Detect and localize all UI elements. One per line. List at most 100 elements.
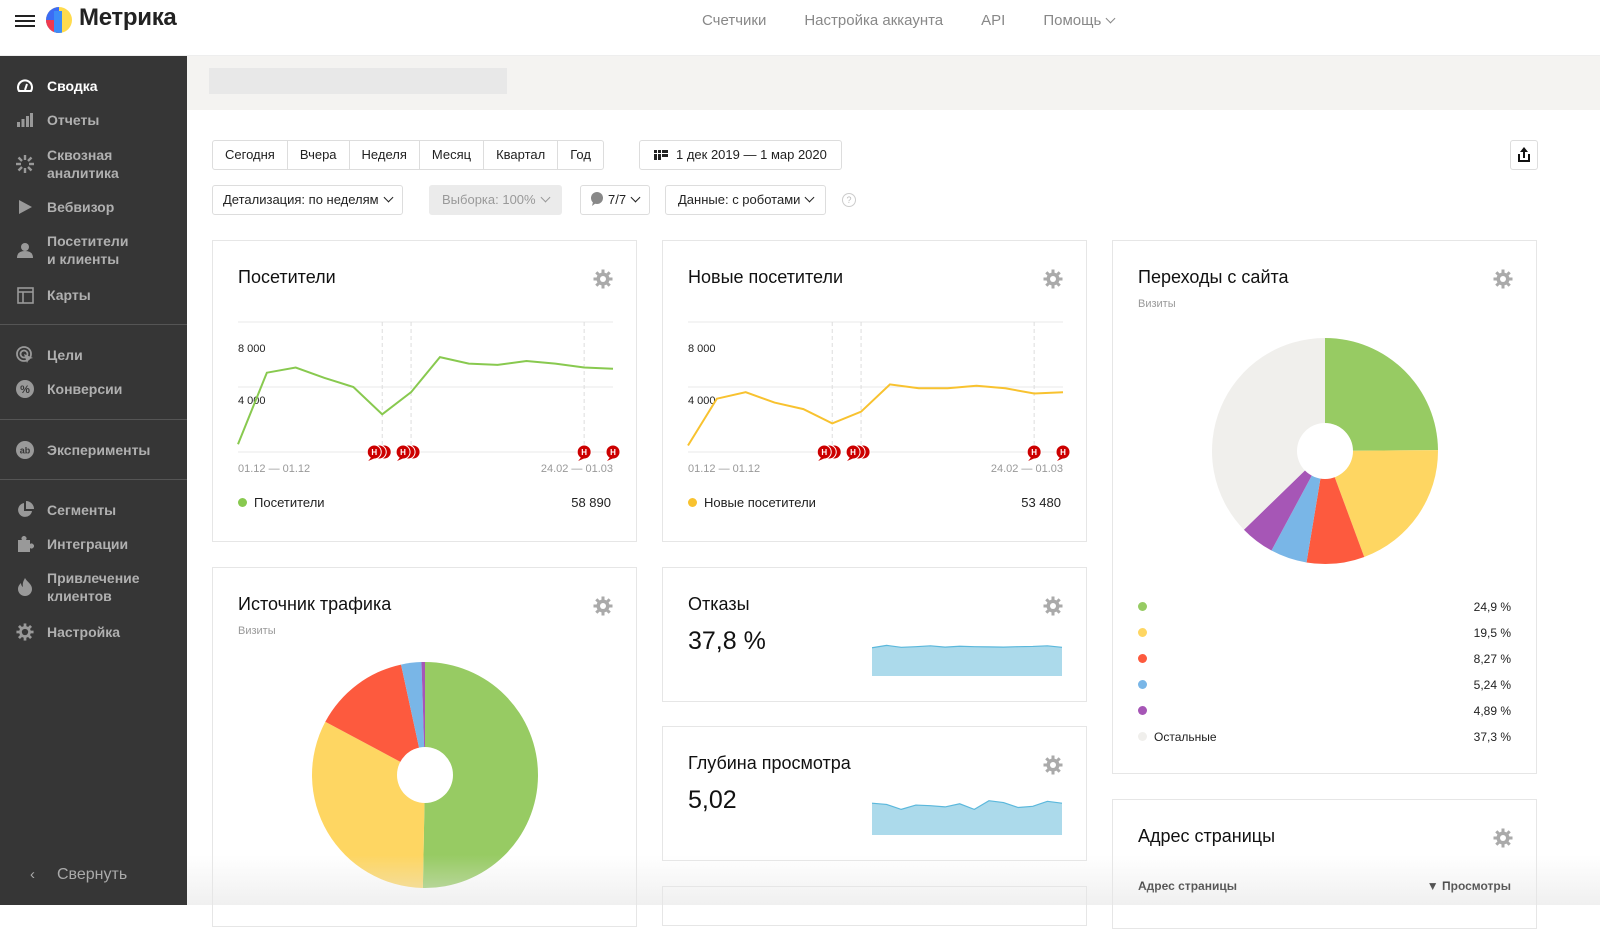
top-bar: Метрика Счетчики Настройка аккаунта API … [0, 0, 1600, 56]
collapse-label: Свернуть [57, 866, 128, 883]
annotation-label: Н [610, 448, 616, 457]
annotation-marker: Н [576, 444, 592, 461]
gear-icon[interactable] [1493, 269, 1513, 289]
annotation-label: Н [400, 448, 406, 457]
legend-row: 4,89 % [1138, 704, 1511, 720]
chevron-down-icon [630, 192, 641, 203]
nav-help-label: Помощь [1043, 12, 1102, 29]
gear-icon[interactable] [1043, 755, 1063, 775]
period-quarter[interactable]: Квартал [484, 141, 559, 169]
page-depth-widget: Глубина просмотра 5,02 [662, 726, 1087, 861]
widget-title: Отказы [688, 594, 750, 614]
period-year[interactable]: Год [558, 141, 603, 169]
legend-row: 24,9 % [1138, 600, 1511, 616]
brand-name[interactable]: Метрика [79, 4, 177, 32]
legend-value: 4,89 % [1473, 704, 1511, 718]
legend-dot [1138, 628, 1147, 637]
legend-dot [1138, 732, 1147, 741]
menu-icon[interactable] [15, 12, 35, 32]
sample-label: Выборка: 100% [442, 192, 536, 207]
legend-total: 58 890 [571, 495, 611, 510]
metrika-logo-icon [46, 7, 72, 33]
sidebar-item-label: Настройка [47, 624, 121, 640]
sidebar-item-label: Посетители и клиенты [47, 233, 129, 267]
widget-title: Адрес страницы [1138, 826, 1276, 846]
legend-value: 37,3 % [1473, 730, 1511, 744]
gauge-icon [15, 76, 35, 96]
period-selector: Сегодня Вчера Неделя Месяц Квартал Год [212, 140, 604, 170]
legend-row: 8,27 % [1138, 652, 1511, 668]
annotation-marker: Н [1026, 444, 1042, 461]
ab-icon: ab [15, 440, 35, 460]
percent-icon: % [15, 379, 35, 399]
bounce-sparkline [872, 644, 1062, 676]
next-widget [662, 886, 1087, 926]
gear-icon [15, 622, 35, 642]
nav-account-settings[interactable]: Настройка аккаунта [804, 12, 943, 29]
x-tick-label: 24.02 — 01.03 [541, 463, 613, 475]
data-robots-dropdown[interactable]: Данные: с роботами [665, 185, 827, 215]
column-header-page-address[interactable]: Адрес страницы [1138, 879, 1237, 893]
chevron-down-icon [804, 192, 815, 203]
annotation-marker: Н [605, 444, 621, 461]
gear-icon[interactable] [593, 596, 613, 616]
sidebar-item-label: Интеграции [47, 536, 129, 552]
sample-dropdown[interactable]: Выборка: 100% [429, 185, 562, 215]
sidebar-divider [0, 324, 187, 325]
sidebar-item-label: Сквозная аналитика [47, 147, 119, 181]
legend-dot [1138, 680, 1147, 689]
help-icon[interactable]: ? [842, 193, 856, 207]
page-title-placeholder [209, 68, 507, 94]
annotation-marker: Н [1055, 444, 1071, 461]
bounce-rate-value: 37,8 % [688, 627, 766, 655]
annotation-label: Н [821, 448, 827, 457]
period-month[interactable]: Месяц [420, 141, 485, 169]
gear-icon[interactable] [593, 269, 613, 289]
date-range-button[interactable]: 1 дек 2019 — 1 мар 2020 [639, 140, 842, 170]
annotation-label: Н [581, 448, 587, 457]
flame-icon [15, 577, 35, 597]
collapse-sidebar-button[interactable]: ‹ Свернуть [30, 866, 127, 884]
legend-item: Новые посетители [688, 495, 816, 510]
annotation-label: Н [1060, 448, 1066, 457]
legend-dot [238, 498, 247, 507]
widget-title: Глубина просмотра [688, 753, 851, 773]
sidebar-item-label: Привлечение клиентов [47, 570, 140, 604]
visitors-line-chart: 8 000 4 000 Н Н Н Н 01.12 — 01.12 24.02 — 01.03 [237, 321, 621, 475]
attribution-dropdown[interactable]: 7/7 [580, 185, 651, 215]
legend-total: 53 480 [1021, 495, 1061, 510]
site-exits-widget: Переходы с сайта Визиты 24,9 % 19,5 % 8,27… [1112, 240, 1537, 774]
detail-dropdown[interactable]: Детализация: по неделям [212, 185, 403, 215]
bounce-rate-widget: Отказы 37,8 % [662, 567, 1087, 702]
nav-help[interactable]: Помощь [1043, 12, 1116, 29]
gear-icon[interactable] [1043, 269, 1063, 289]
legend-dot [688, 498, 697, 507]
column-header-views[interactable]: ▼ Просмотры [1427, 879, 1511, 893]
legend-label: Новые посетители [704, 495, 816, 510]
widget-title: Посетители [238, 267, 336, 287]
gear-icon[interactable] [1493, 828, 1513, 848]
sidebar-divider [0, 479, 187, 480]
sidebar-item-label: Цели [47, 347, 83, 363]
sidebar-item-label: Конверсии [47, 381, 123, 397]
legend-value: 24,9 % [1473, 600, 1511, 614]
attribution-label: 7/7 [608, 192, 627, 207]
pie-hole [1297, 423, 1353, 479]
legend-row: 5,24 % [1138, 678, 1511, 694]
period-yesterday[interactable]: Вчера [288, 141, 350, 169]
nav-api[interactable]: API [981, 12, 1005, 29]
svg-text:ab: ab [20, 446, 31, 456]
legend-value: 19,5 % [1473, 626, 1511, 640]
top-nav: Счетчики Настройка аккаунта API Помощь [702, 12, 1116, 29]
page-depth-value: 5,02 [688, 786, 737, 814]
gear-icon[interactable] [1043, 596, 1063, 616]
legend-dot [1138, 706, 1147, 715]
widget-title: Новые посетители [688, 267, 844, 287]
period-today[interactable]: Сегодня [213, 141, 288, 169]
legend-value: 8,27 % [1473, 652, 1511, 666]
sidebar-item-label: Карты [47, 287, 91, 303]
export-button[interactable] [1510, 140, 1538, 170]
nav-counters[interactable]: Счетчики [702, 12, 766, 29]
period-week[interactable]: Неделя [350, 141, 420, 169]
chevron-down-icon [540, 192, 551, 203]
